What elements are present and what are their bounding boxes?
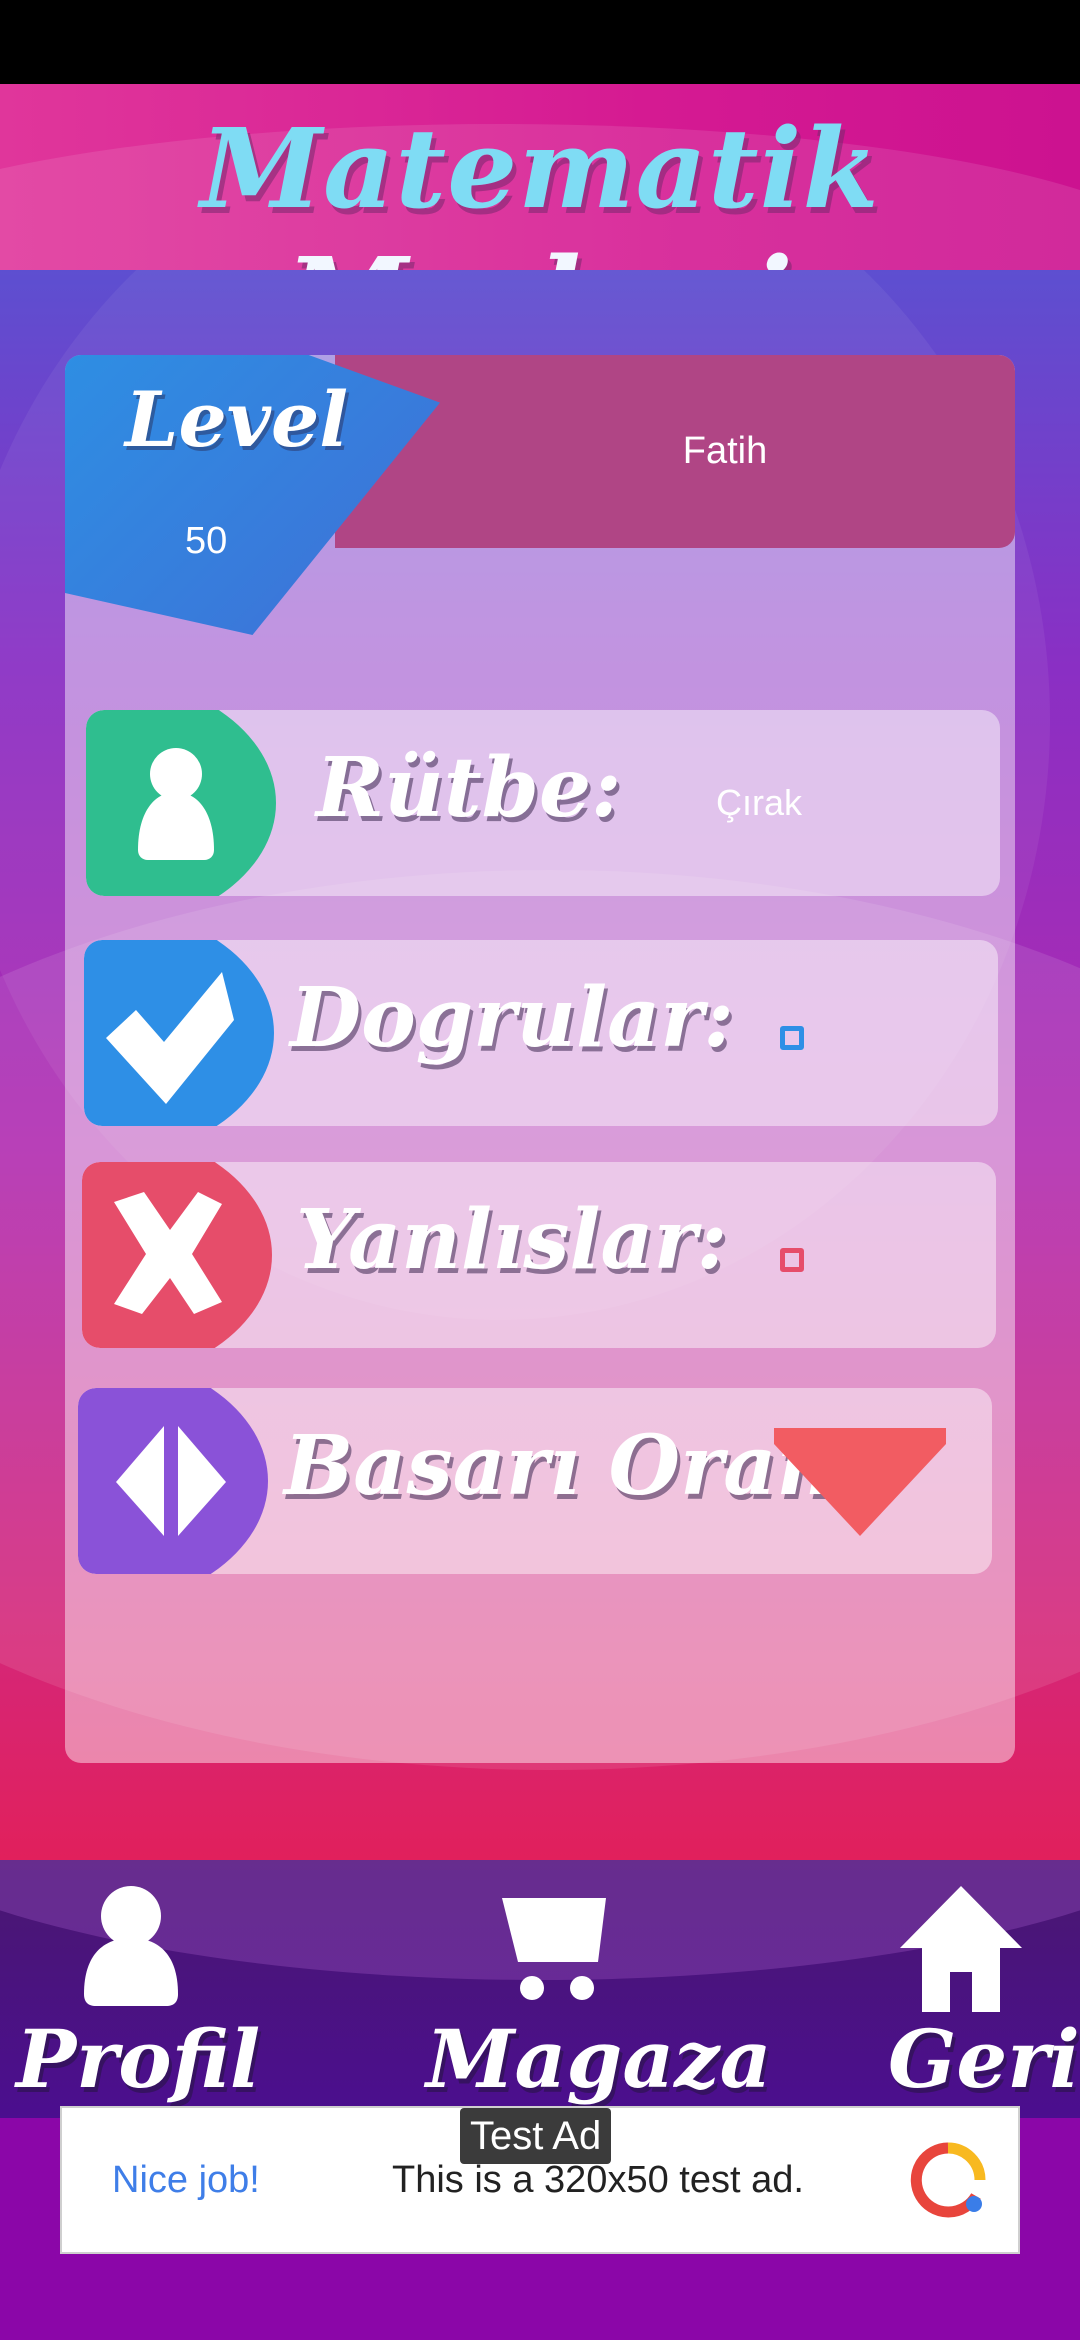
success-rate-row: Basarı Oranı: xyxy=(78,1388,992,1574)
app-title-part1: Matematik xyxy=(200,104,880,233)
app-title-part2: Merkezi xyxy=(286,233,793,270)
diamond-split-icon xyxy=(78,1388,268,1574)
player-name-bar: Fatih xyxy=(335,355,1015,548)
ad-logo-icon xyxy=(910,2142,986,2218)
person-icon xyxy=(86,710,276,896)
test-ad-badge: Test Ad xyxy=(460,2108,612,2164)
nav-profile-label: Profil xyxy=(16,2012,261,2106)
level-label: Level xyxy=(125,375,349,464)
nav-back-label: Geri xyxy=(888,2012,1080,2106)
wrong-answers-value-marker xyxy=(780,1248,804,1272)
success-rate-indicator-icon xyxy=(774,1428,946,1536)
rank-label: Rütbe: xyxy=(316,740,622,836)
home-icon xyxy=(900,1886,1022,2012)
correct-answers-label: Dogrular: xyxy=(290,970,734,1066)
level-value: 50 xyxy=(185,520,228,562)
app-title: Matematik Merkezi xyxy=(0,104,1080,270)
person-icon xyxy=(84,1886,178,2006)
nav-store-label: Magaza xyxy=(426,2012,772,2106)
header: Matematik Merkezi xyxy=(0,84,1080,270)
nav-profile-button[interactable]: Profil xyxy=(0,1860,260,2118)
status-bar xyxy=(0,0,1080,84)
cart-icon xyxy=(502,1898,606,2000)
checkmark-icon xyxy=(84,940,274,1126)
wrong-answers-label: Yanlıslar: xyxy=(296,1192,728,1288)
nav-store-button[interactable]: Magaza xyxy=(410,1860,771,2118)
player-name: Fatih xyxy=(682,430,768,472)
ad-nice-job: Nice job! xyxy=(112,2158,260,2201)
rank-row: Rütbe: Çırak xyxy=(86,710,1000,896)
bottom-navigation: Profil Magaza Geri xyxy=(0,1860,1080,2118)
correct-answers-value-marker xyxy=(780,1026,804,1050)
cross-icon xyxy=(82,1162,272,1348)
rank-value: Çırak xyxy=(716,782,803,823)
correct-answers-row: Dogrular: xyxy=(84,940,998,1126)
wrong-answers-row: Yanlıslar: xyxy=(82,1162,996,1348)
nav-back-button[interactable]: Geri xyxy=(870,1860,1080,2118)
